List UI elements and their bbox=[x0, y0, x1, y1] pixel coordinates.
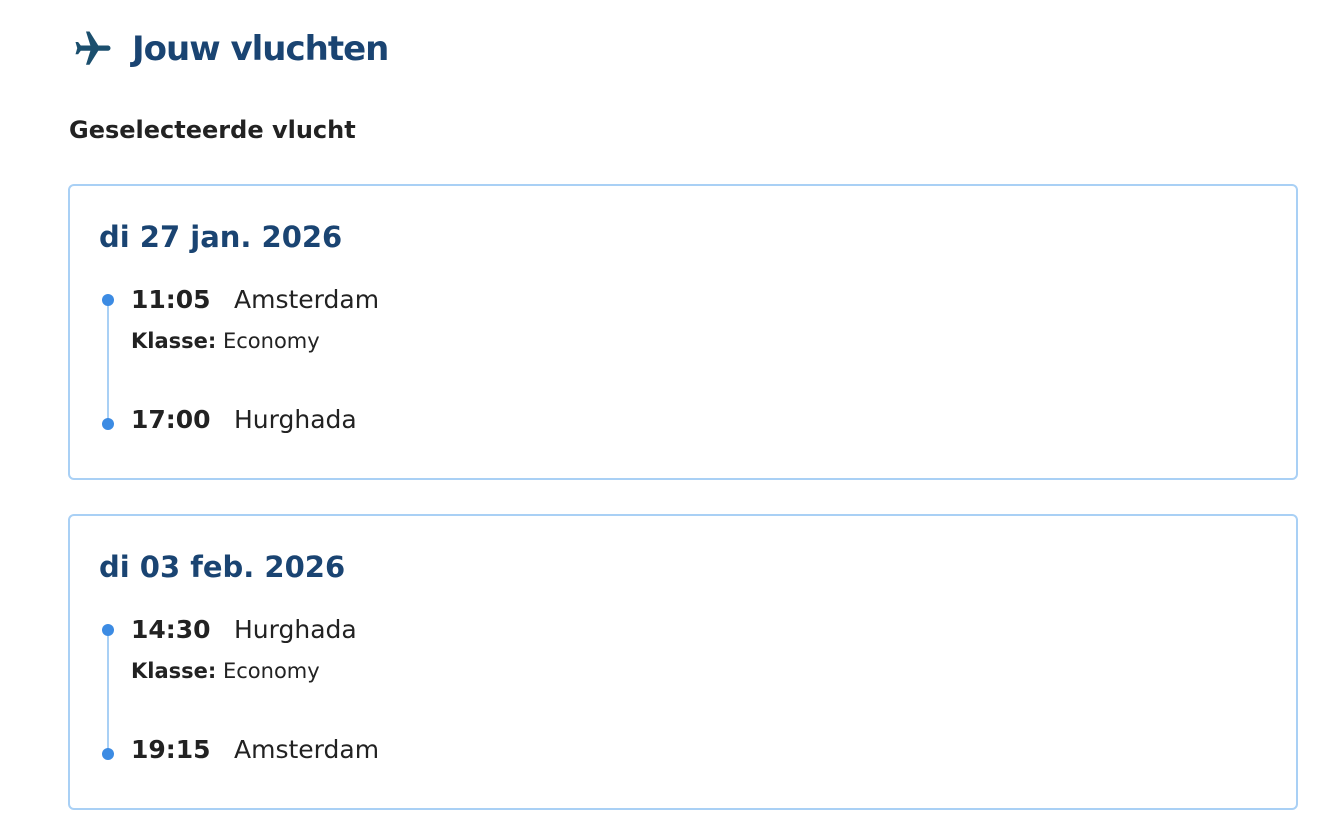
timeline-line bbox=[107, 630, 109, 754]
flight-card-outbound: di 27 jan. 2026 11:05 Amsterdam Klasse: … bbox=[68, 184, 1298, 480]
departure-city: Hurghada bbox=[234, 615, 357, 644]
arrival-dot bbox=[102, 748, 114, 760]
arrival-row: 19:15 Amsterdam bbox=[131, 735, 379, 764]
page-header: Jouw vluchten bbox=[72, 26, 389, 72]
arrival-time: 17:00 bbox=[131, 405, 211, 434]
departure-dot bbox=[102, 294, 114, 306]
class-value: Economy bbox=[222, 329, 320, 353]
flight-date: di 27 jan. 2026 bbox=[99, 220, 343, 254]
arrival-city: Amsterdam bbox=[234, 735, 380, 764]
departure-time: 14:30 bbox=[131, 615, 211, 644]
arrival-city: Hurghada bbox=[234, 405, 357, 434]
plane-icon bbox=[72, 28, 114, 70]
travel-class: Klasse: Economy bbox=[131, 329, 320, 353]
travel-class: Klasse: Economy bbox=[131, 659, 320, 683]
section-title: Geselecteerde vlucht bbox=[69, 116, 356, 144]
departure-dot bbox=[102, 624, 114, 636]
departure-row: 14:30 Hurghada bbox=[131, 615, 357, 644]
departure-row: 11:05 Amsterdam bbox=[131, 285, 379, 314]
arrival-dot bbox=[102, 418, 114, 430]
flight-date: di 03 feb. 2026 bbox=[99, 550, 346, 584]
timeline-line bbox=[107, 300, 109, 424]
arrival-row: 17:00 Hurghada bbox=[131, 405, 357, 434]
flight-card-return: di 03 feb. 2026 14:30 Hurghada Klasse: E… bbox=[68, 514, 1298, 810]
class-label: Klasse: bbox=[131, 329, 217, 353]
arrival-time: 19:15 bbox=[131, 735, 211, 764]
class-label: Klasse: bbox=[131, 659, 217, 683]
departure-time: 11:05 bbox=[131, 285, 211, 314]
class-value: Economy bbox=[222, 659, 320, 683]
page-title: Jouw vluchten bbox=[132, 29, 389, 69]
departure-city: Amsterdam bbox=[234, 285, 380, 314]
